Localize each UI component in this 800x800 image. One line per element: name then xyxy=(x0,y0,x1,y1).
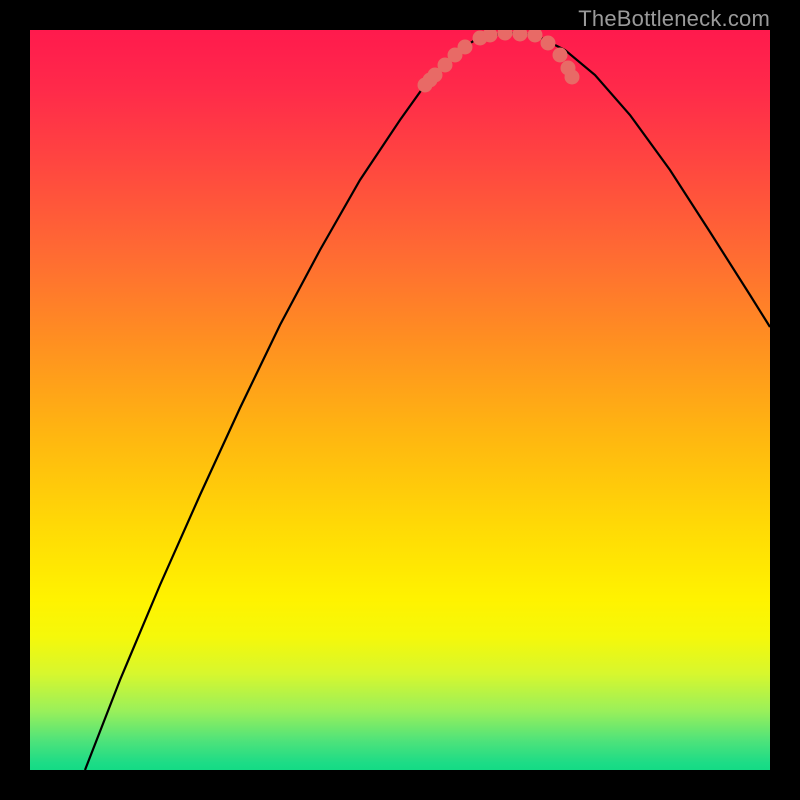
chart-frame: TheBottleneck.com xyxy=(0,0,800,800)
highlight-dot xyxy=(541,36,556,51)
highlight-dot xyxy=(528,30,543,43)
curve-svg xyxy=(30,30,770,770)
watermark-text: TheBottleneck.com xyxy=(578,6,770,32)
highlight-dots-group xyxy=(418,30,580,93)
plot-area xyxy=(30,30,770,770)
highlight-dot xyxy=(565,70,580,85)
highlight-dot xyxy=(498,30,513,41)
highlight-dot xyxy=(458,40,473,55)
bottleneck-curve xyxy=(85,33,770,770)
highlight-dot xyxy=(513,30,528,42)
highlight-dot xyxy=(553,48,568,63)
